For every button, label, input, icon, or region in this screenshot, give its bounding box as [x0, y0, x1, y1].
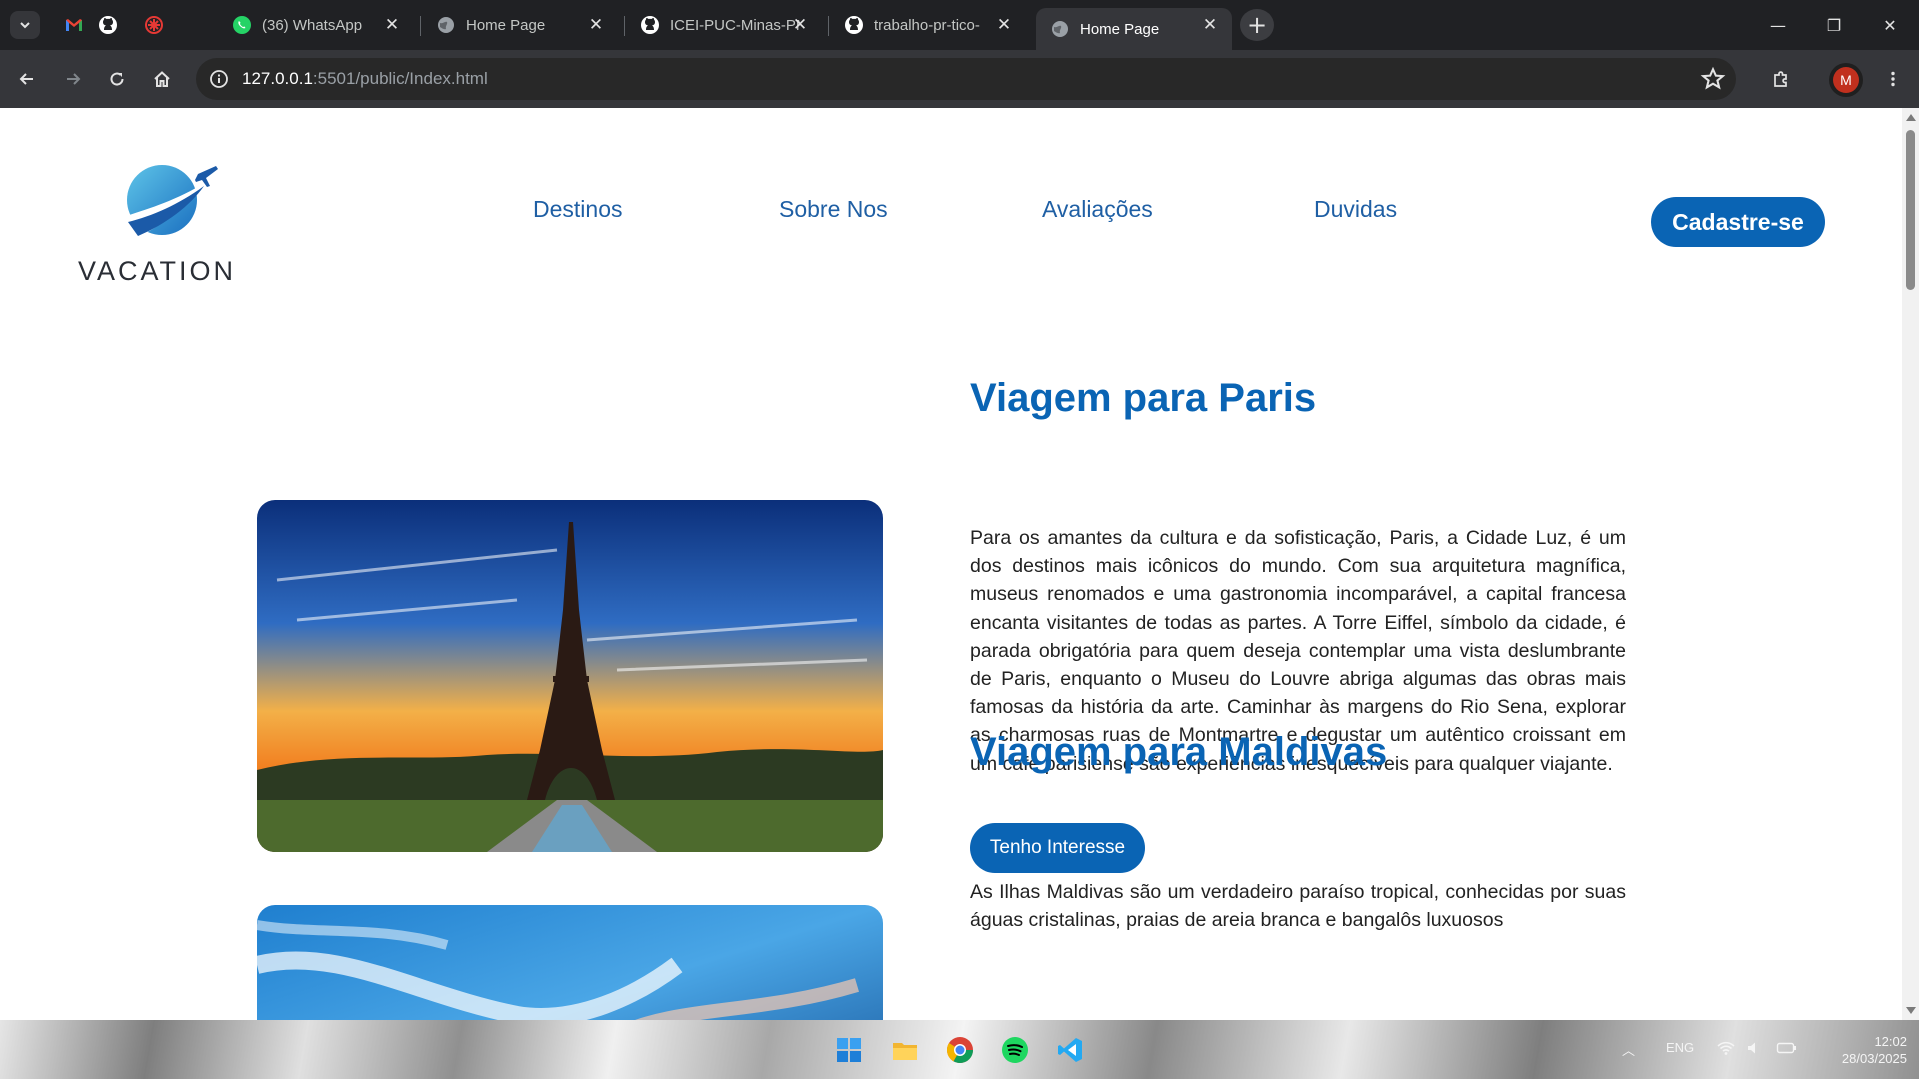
maldivas-title: Viagem para Maldivas	[970, 730, 1388, 774]
tab-title: trabalho-pr-tico-	[874, 16, 980, 34]
maldivas-image	[257, 905, 883, 1020]
maldivas-description: As Ilhas Maldivas são um verdadeiro para…	[970, 881, 1626, 932]
close-tab-icon[interactable]: ✕	[382, 15, 402, 35]
github-icon	[640, 15, 660, 35]
volume-icon[interactable]	[1746, 1040, 1762, 1059]
avatar: M	[1833, 67, 1859, 93]
clock-time: 12:02	[1874, 1034, 1907, 1049]
tab-trabalho[interactable]: trabalho-pr-tico- ✕	[830, 8, 1026, 42]
nav-link-destinos[interactable]: Destinos	[533, 196, 622, 223]
logo-wordmark: VACATION	[78, 256, 237, 286]
forward-button[interactable]	[56, 62, 90, 96]
site-logo[interactable]: VACATION	[74, 160, 244, 295]
nav-link-duvidas[interactable]: Duvidas	[1314, 196, 1397, 223]
url-text: 127.0.0.1:5501/public/Index.html	[242, 69, 488, 89]
tab-title: ICEI-PUC-Minas-PMG	[670, 16, 800, 34]
vscode-icon	[1058, 1038, 1082, 1062]
interest-button[interactable]: Tenho Interesse	[970, 823, 1145, 873]
taskbar-file-explorer[interactable]	[888, 1033, 922, 1067]
home-icon	[154, 71, 170, 87]
nav-link-sobre-nos[interactable]: Sobre Nos	[779, 196, 888, 223]
planet-plane-logo-icon	[120, 165, 218, 238]
profile-button[interactable]: M	[1829, 63, 1863, 97]
github-icon	[844, 15, 864, 35]
more-vert-icon	[1891, 71, 1895, 87]
home-button[interactable]	[145, 62, 179, 96]
battery-icon[interactable]	[1776, 1040, 1798, 1059]
close-tab-icon[interactable]: ✕	[790, 15, 810, 35]
tab-icei-puc[interactable]: ICEI-PUC-Minas-PMG ✕	[626, 8, 822, 42]
browser-toolbar: 127.0.0.1:5501/public/Index.html M	[0, 50, 1919, 108]
reload-button[interactable]	[100, 62, 134, 96]
pinned-tab-app[interactable]	[136, 11, 172, 39]
restore-button[interactable]: ❐	[1806, 0, 1862, 50]
whatsapp-icon	[232, 15, 252, 35]
puzzle-icon	[1774, 71, 1787, 87]
arrow-right-icon	[67, 73, 81, 85]
system-clock[interactable]: 12:02 28/03/2025	[1815, 1033, 1907, 1067]
close-tab-icon[interactable]: ✕	[586, 15, 606, 35]
tab-title: (36) WhatsApp	[262, 16, 363, 34]
close-tab-icon[interactable]: ✕	[1200, 15, 1220, 35]
github-icon	[99, 16, 117, 34]
tab-home-page-active[interactable]: Home Page ✕	[1036, 8, 1232, 50]
page-scrollbar[interactable]	[1902, 108, 1919, 1020]
browser-menu-button[interactable]	[1876, 62, 1910, 96]
asterisk-logo-icon	[145, 16, 163, 34]
nav-link-avaliacoes[interactable]: Avaliações	[1042, 196, 1153, 223]
paris-image	[257, 500, 883, 852]
language-indicator[interactable]: ENG	[1666, 1040, 1694, 1055]
clock-date: 28/03/2025	[1841, 1051, 1907, 1066]
gmail-icon	[66, 19, 82, 31]
pinned-tab-github[interactable]	[90, 11, 126, 39]
start-button[interactable]	[832, 1033, 866, 1067]
page-viewport: VACATION Destinos Sobre Nos Avaliações D…	[0, 108, 1919, 1020]
taskbar-vscode[interactable]	[1053, 1033, 1087, 1067]
signup-button[interactable]: Cadastre-se	[1651, 197, 1825, 247]
windows-taskbar: ︿ ENG 12:02 28/03/2025	[0, 1020, 1919, 1079]
arrow-left-icon	[19, 73, 33, 85]
wifi-icon[interactable]	[1716, 1040, 1736, 1059]
bookmark-star-icon[interactable]	[1700, 66, 1726, 92]
url-host: 127.0.0.1	[242, 69, 313, 88]
taskbar-chrome[interactable]	[943, 1033, 977, 1067]
reload-icon	[110, 72, 124, 86]
paris-title: Viagem para Paris	[970, 376, 1317, 420]
address-bar[interactable]: 127.0.0.1:5501/public/Index.html	[196, 58, 1736, 100]
minimize-button[interactable]: —	[1750, 0, 1806, 50]
back-button[interactable]	[10, 62, 44, 96]
scroll-up-icon[interactable]	[1906, 114, 1916, 121]
tab-home-page[interactable]: Home Page ✕	[422, 8, 618, 42]
close-window-button[interactable]: ✕	[1862, 0, 1918, 50]
tab-search-button[interactable]	[10, 11, 40, 39]
new-tab-button[interactable]: +	[1240, 9, 1274, 41]
extensions-button[interactable]	[1764, 62, 1798, 96]
site-info-icon[interactable]	[204, 64, 234, 94]
scroll-down-icon[interactable]	[1906, 1007, 1916, 1014]
folder-icon	[893, 1043, 917, 1060]
browser-tab-strip: (36) WhatsApp ✕ Home Page ✕ ICEI-PUC-Min…	[0, 0, 1919, 50]
windows-logo-icon	[837, 1038, 861, 1062]
chrome-icon	[946, 1037, 974, 1064]
tab-whatsapp[interactable]: (36) WhatsApp ✕	[218, 8, 414, 42]
pinned-tab-gmail[interactable]	[56, 11, 92, 39]
scrollbar-thumb[interactable]	[1906, 130, 1915, 290]
tab-title: Home Page	[1080, 20, 1160, 38]
globe-icon	[1050, 19, 1070, 39]
close-tab-icon[interactable]: ✕	[994, 15, 1014, 35]
spotify-icon	[1002, 1037, 1028, 1063]
chevron-down-icon	[20, 22, 30, 29]
taskbar-spotify[interactable]	[998, 1033, 1032, 1067]
globe-icon	[436, 15, 456, 35]
url-path: :5501/public/Index.html	[312, 69, 488, 88]
tray-chevron-up-icon[interactable]: ︿	[1622, 1040, 1635, 1059]
tab-title: Home Page	[466, 16, 546, 34]
